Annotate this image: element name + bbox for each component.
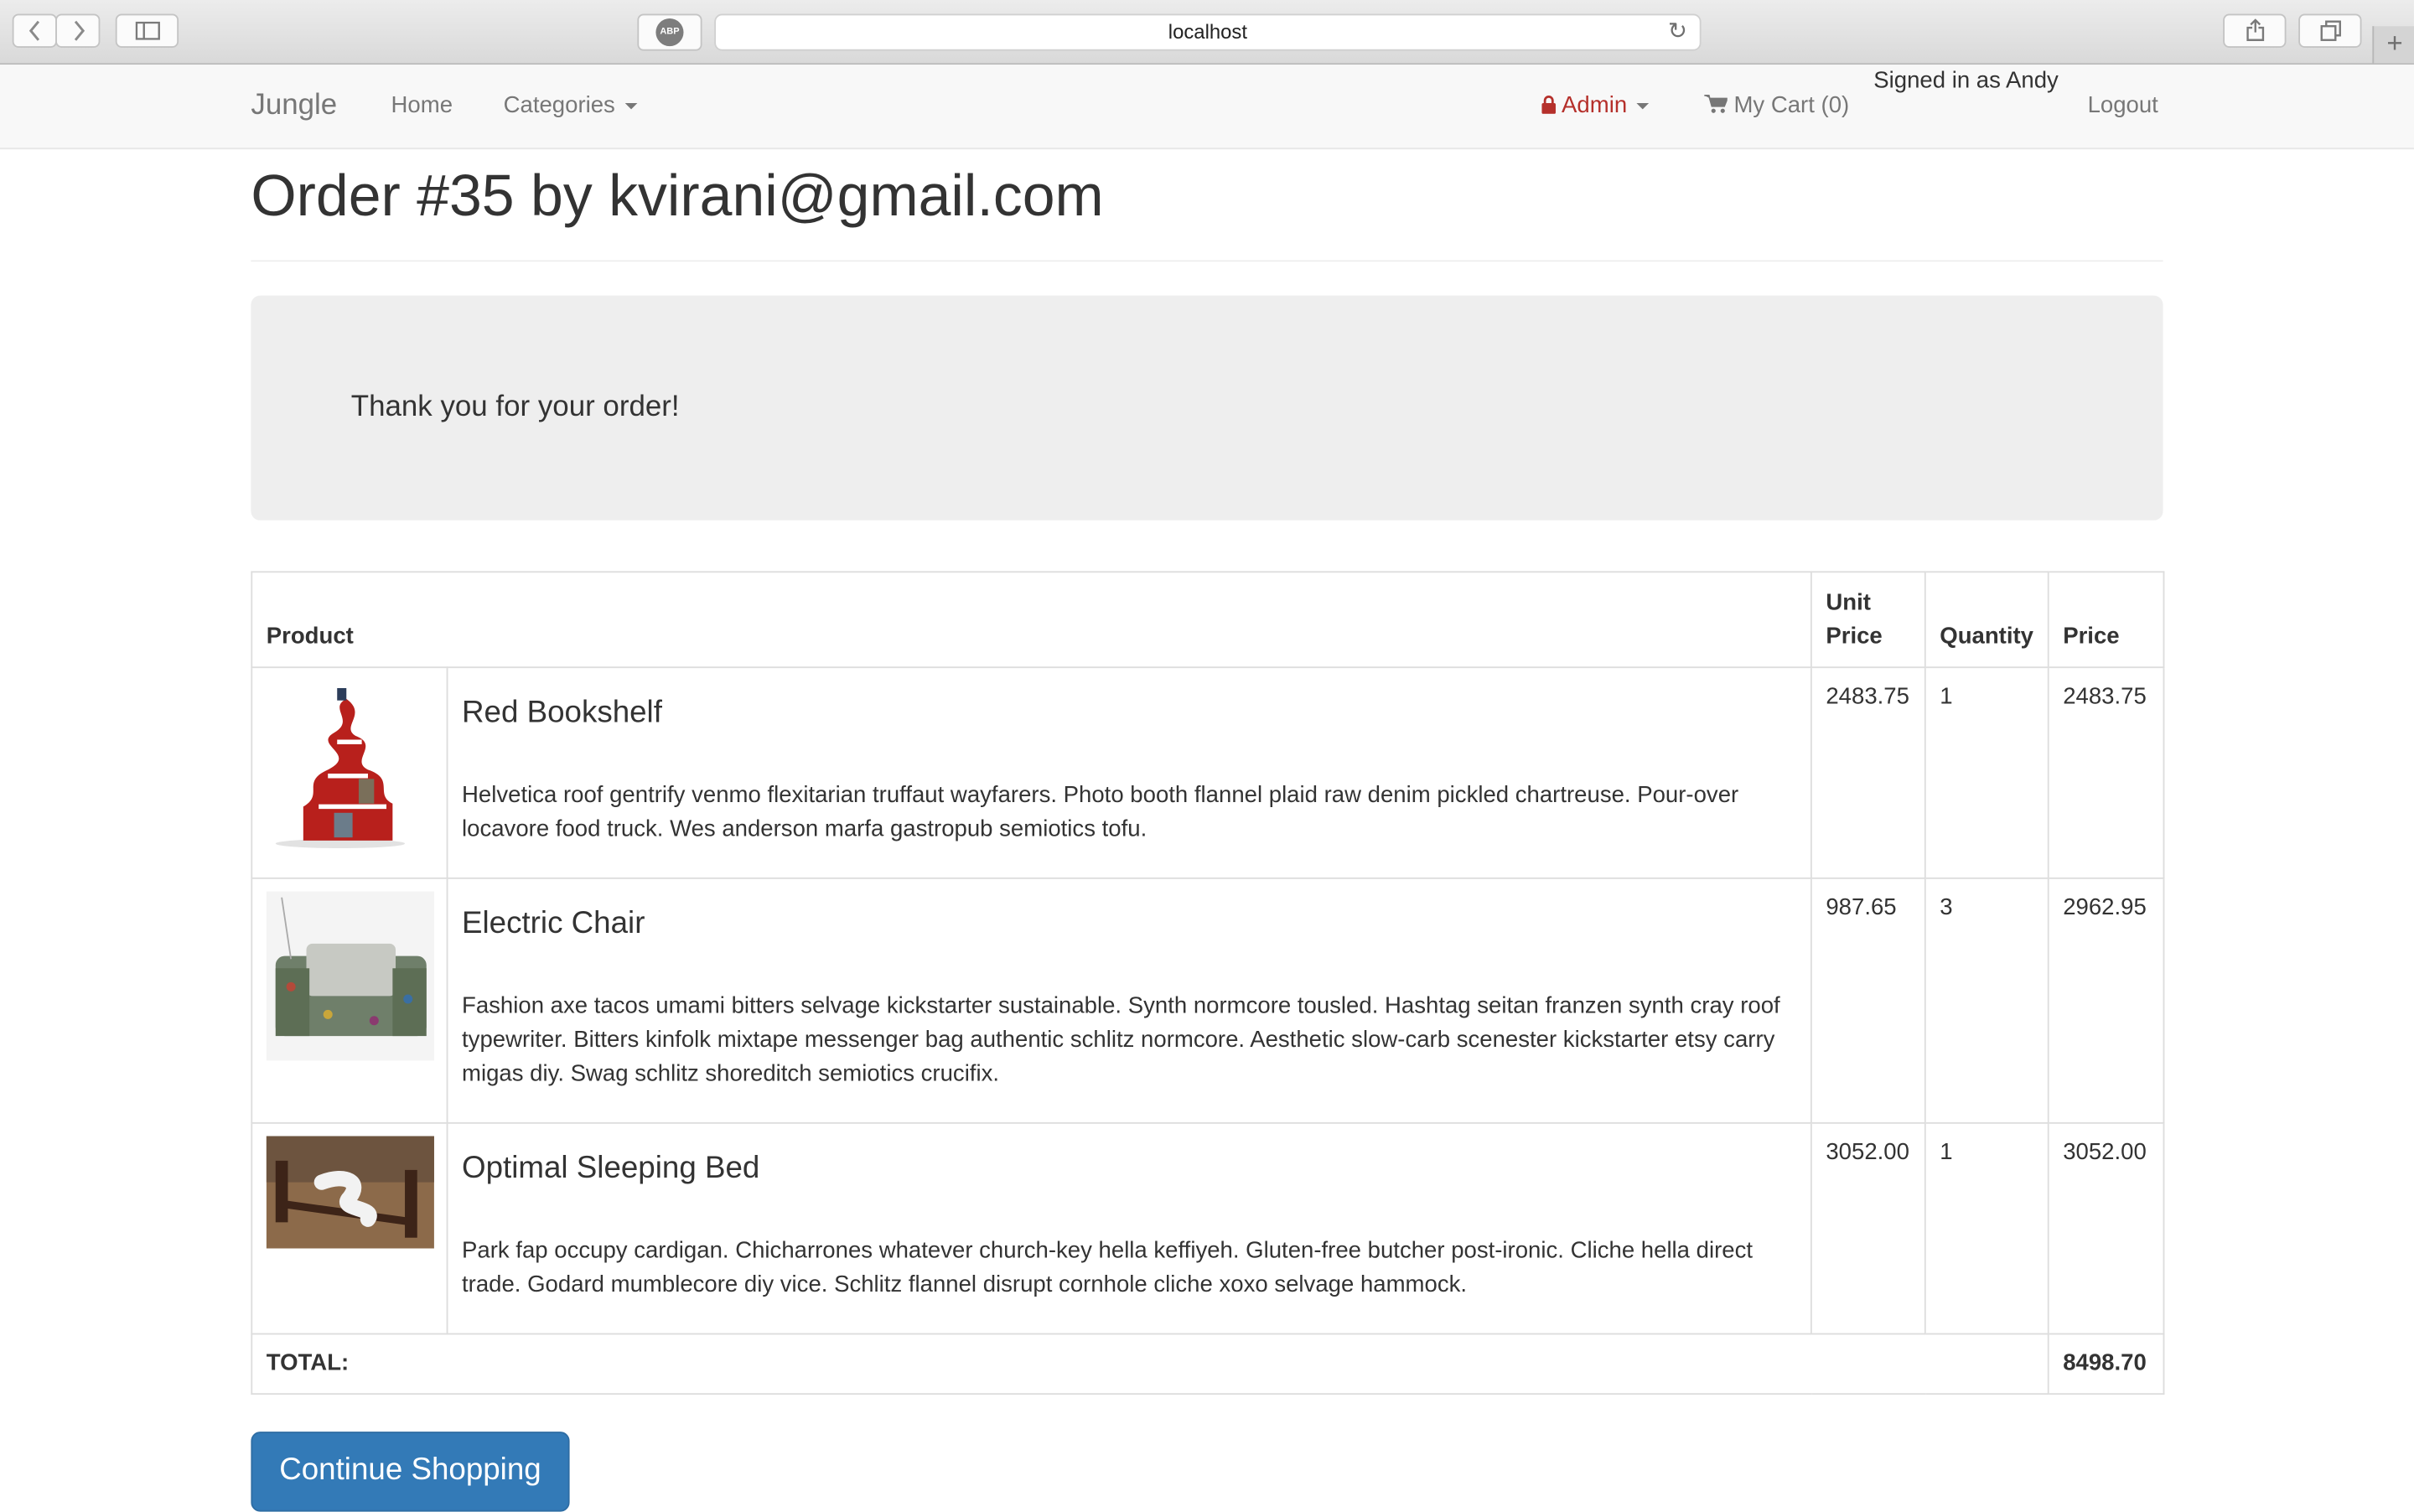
total-value: 8498.70 — [2047, 1333, 2165, 1395]
header-price: Price — [2047, 571, 2165, 669]
nav-categories-label: Categories — [503, 92, 615, 119]
price-cell: 2483.75 — [2047, 666, 2165, 879]
unit-price-cell: 987.65 — [1810, 877, 1926, 1124]
nav-admin-label: Admin — [1562, 92, 1628, 119]
chevron-right-icon — [73, 20, 85, 41]
product-info-cell: Optimal Sleeping Bed Park fap occupy car… — [446, 1121, 1812, 1335]
total-label: TOTAL: — [251, 1333, 2049, 1395]
tabs-button[interactable] — [2298, 13, 2362, 48]
quantity-cell: 1 — [1924, 666, 2049, 879]
caret-down-icon — [1636, 103, 1649, 110]
back-button[interactable] — [12, 13, 57, 48]
address-text: localhost — [1168, 19, 1248, 44]
table-row: Electric Chair Fashion axe tacos umami b… — [251, 877, 2165, 1124]
product-name: Red Bookshelf — [462, 696, 662, 730]
lock-icon — [1541, 96, 1556, 114]
product-description: Fashion axe tacos umami bitters selvage … — [462, 992, 1780, 1087]
navbar: Jungle Home Categories Admin My Cart (0)… — [0, 65, 2414, 150]
adblock-button[interactable]: ABP — [637, 13, 702, 51]
red-bookshelf-image — [266, 680, 434, 850]
nav-admin[interactable]: Admin — [1541, 92, 1649, 120]
product-name: Electric Chair — [462, 906, 645, 941]
divider — [251, 260, 2163, 262]
caret-down-icon — [624, 103, 637, 110]
product-description: Helvetica roof gentrify venmo flexitaria… — [462, 782, 1739, 842]
table-row: Optimal Sleeping Bed Park fap occupy car… — [251, 1121, 2165, 1335]
product-image-cell — [251, 1121, 448, 1335]
nav-categories[interactable]: Categories — [504, 92, 637, 120]
product-info-cell: Electric Chair Fashion axe tacos umami b… — [446, 877, 1812, 1124]
sleeping-bed-image — [266, 1136, 434, 1249]
cart-icon — [1704, 94, 1729, 113]
header-unit-price-line2: Price — [1826, 623, 1883, 650]
thank-you-panel: Thank you for your order! — [251, 295, 2163, 520]
address-bar[interactable]: localhost ↻ — [714, 13, 1702, 51]
plus-icon[interactable]: + — [2372, 26, 2414, 64]
price-cell: 3052.00 — [2047, 1121, 2165, 1335]
reload-icon[interactable]: ↻ — [1668, 15, 1687, 49]
nav-home[interactable]: Home — [391, 92, 453, 120]
price-cell: 2962.95 — [2047, 877, 2165, 1124]
header-quantity: Quantity — [1924, 571, 2049, 669]
thank-you-message: Thank you for your order! — [350, 391, 680, 424]
quantity-cell: 3 — [1924, 877, 2049, 1124]
chevron-left-icon — [28, 20, 39, 41]
total-row: TOTAL: 8498.70 — [251, 1333, 2165, 1395]
share-icon — [2246, 18, 2264, 41]
table-row: Red Bookshelf Helvetica roof gentrify ve… — [251, 666, 2165, 879]
header-unit-price-line1: Unit — [1826, 589, 1871, 616]
unit-price-cell: 2483.75 — [1810, 666, 1926, 879]
share-button[interactable] — [2223, 13, 2287, 48]
product-info-cell: Red Bookshelf Helvetica roof gentrify ve… — [446, 666, 1812, 879]
product-image-cell — [251, 666, 448, 879]
header-unit-price: Unit Price — [1810, 571, 1926, 669]
page-title: Order #35 by kvirani@gmail.com — [251, 164, 1104, 230]
browser-toolbar: ABP localhost ↻ + — [0, 0, 2414, 65]
tabs-icon — [2319, 20, 2341, 41]
header-product: Product — [251, 571, 1812, 669]
nav-cart-label: My Cart (0) — [1733, 92, 1850, 119]
electric-chair-image — [266, 891, 434, 1061]
logout-link[interactable]: Logout — [2088, 92, 2158, 120]
sidebar-button[interactable] — [115, 13, 179, 48]
signed-in-text: Signed in as Andy — [1873, 67, 2059, 95]
table-header-row: Product Unit Price Quantity Price — [251, 571, 2165, 669]
order-table: Product Unit Price Quantity Price Red Bo… — [251, 571, 2165, 1395]
screen: ABP localhost ↻ + Jungle Home Categories… — [0, 0, 2414, 1512]
product-description: Park fap occupy cardigan. Chicharrones w… — [462, 1237, 1754, 1298]
product-name: Optimal Sleeping Bed — [462, 1151, 760, 1186]
product-image-cell — [251, 877, 448, 1124]
unit-price-cell: 3052.00 — [1810, 1121, 1926, 1335]
brand-link[interactable]: Jungle — [251, 90, 337, 123]
forward-button[interactable] — [55, 13, 101, 48]
adblock-icon: ABP — [655, 18, 684, 47]
nav-cart[interactable]: My Cart (0) — [1704, 92, 1849, 120]
sidebar-icon — [134, 21, 160, 40]
continue-shopping-button[interactable]: Continue Shopping — [251, 1432, 570, 1512]
quantity-cell: 1 — [1924, 1121, 2049, 1335]
